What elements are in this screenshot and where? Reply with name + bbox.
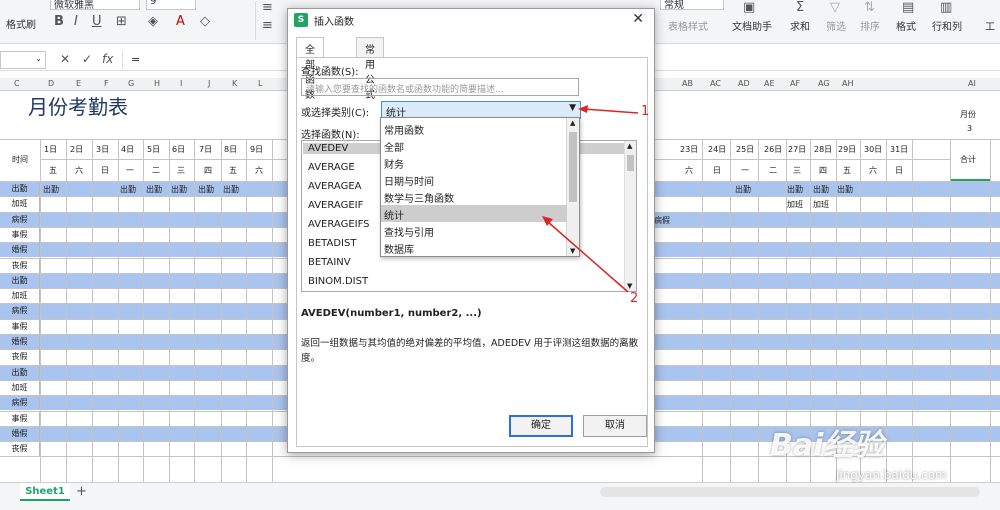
- annotation-number-2: 2: [630, 291, 639, 306]
- annotation-arrow-1: [583, 108, 639, 114]
- arrow-head-icon: [578, 105, 588, 113]
- baidu-watermark: Bai经验: [770, 428, 884, 463]
- annotation-number-1: 1: [641, 104, 650, 119]
- annotation-arrow-2: [547, 221, 629, 293]
- baidu-watermark-url: jingyan.baidu.com: [836, 468, 947, 482]
